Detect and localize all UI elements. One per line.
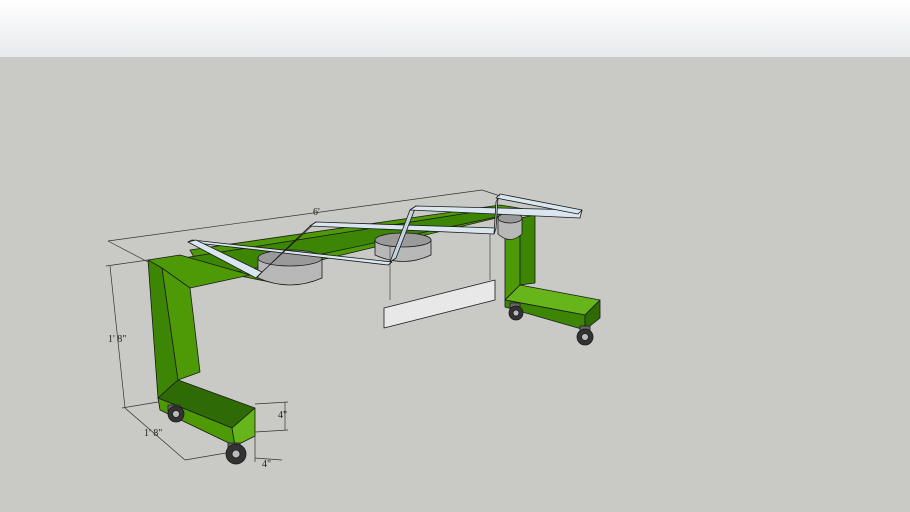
dimension-base-height-label: 4" [278,410,287,421]
model-viewport[interactable]: 6' 1' 8" 1' 8" 4" 4" [0,0,910,512]
hanging-panel [383,279,496,329]
caster-left-front [225,442,247,465]
table-model: 6' 1' 8" 1' 8" 4" 4" [105,189,601,470]
dimension-height-label: 1' 8" [108,334,126,345]
dimension-base-width-label: 4" [262,459,271,470]
dimension-depth-label: 1' 8" [144,428,162,439]
dimension-length-label: 6' [313,207,320,218]
bowl-right [497,212,523,240]
caster-right-front [576,325,594,346]
